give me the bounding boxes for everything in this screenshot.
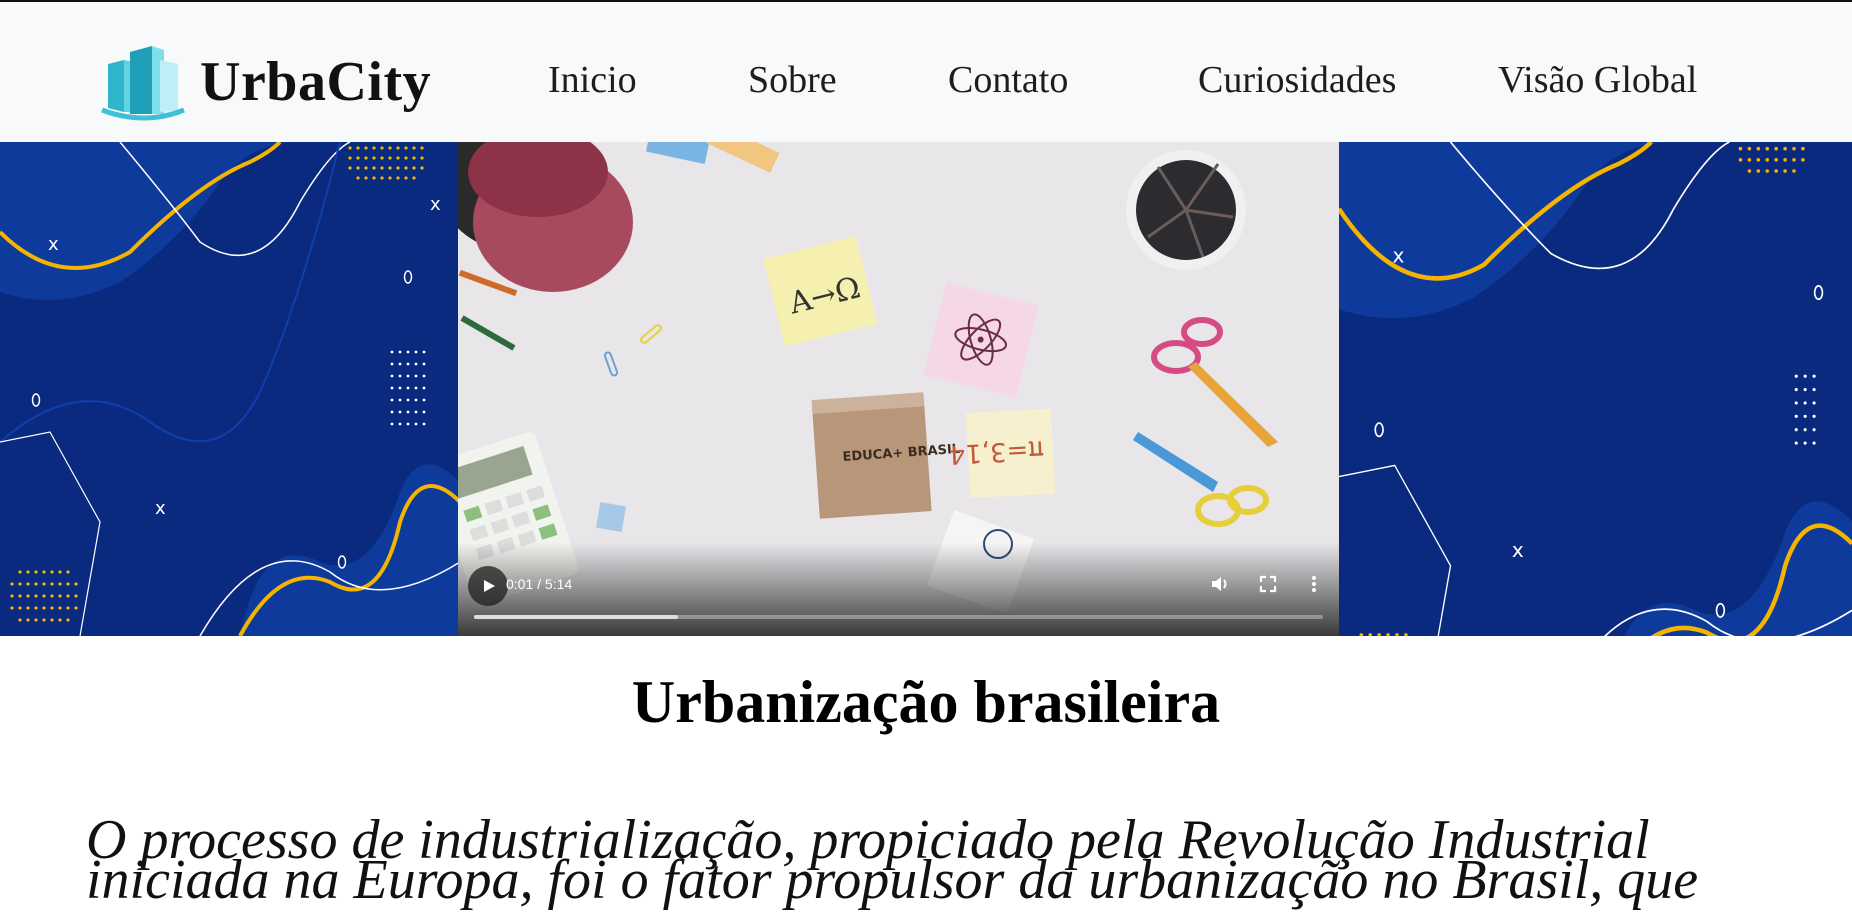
video-controls: 0:01 / 5:14 <box>458 542 1339 636</box>
svg-text:x: x <box>1393 243 1405 267</box>
nav-contato[interactable]: Contato <box>948 58 1068 102</box>
video-progress-bar[interactable] <box>474 615 1323 619</box>
nav-sobre[interactable]: Sobre <box>748 58 837 102</box>
main-nav: Inicio Sobre Contato Curiosidades Visão … <box>0 58 1852 108</box>
decorative-waves-left: x x x <box>0 142 460 636</box>
page-title: Urbanização brasileira <box>631 669 1221 735</box>
video-time: 0:01 / 5:14 <box>506 576 573 592</box>
decorative-waves-right: x x <box>1339 142 1852 636</box>
more-options-icon[interactable] <box>1302 572 1326 596</box>
svg-text:x: x <box>430 194 441 215</box>
play-icon[interactable] <box>468 566 508 606</box>
video-progress-fill <box>474 615 678 619</box>
video-note-pi: π=3,14 <box>948 434 1045 469</box>
svg-text:x: x <box>48 234 59 255</box>
video-player[interactable]: A→Ω EDUCA+ BRASIL π=3,14 0:01 / 5:14 <box>458 142 1339 636</box>
site-header: UrbaCity Inicio Sobre Contato Curiosidad… <box>0 0 1852 142</box>
intro-line-2: iniciada na Europa, foi o fator propulso… <box>86 849 1699 911</box>
volume-icon[interactable] <box>1208 572 1232 596</box>
intro-paragraph: O processo de industrialização, propicia… <box>86 812 1826 908</box>
fullscreen-icon[interactable] <box>1256 572 1280 596</box>
nav-visao-global[interactable]: Visão Global <box>1498 58 1697 102</box>
svg-text:x: x <box>155 498 166 519</box>
nav-inicio[interactable]: Inicio <box>548 58 637 102</box>
nav-curiosidades[interactable]: Curiosidades <box>1198 58 1396 102</box>
svg-text:x: x <box>1512 538 1524 562</box>
hero-banner: x x x x x A→Ω EDUCA+ BRASIL π=3,14 0:01 … <box>0 142 1852 636</box>
